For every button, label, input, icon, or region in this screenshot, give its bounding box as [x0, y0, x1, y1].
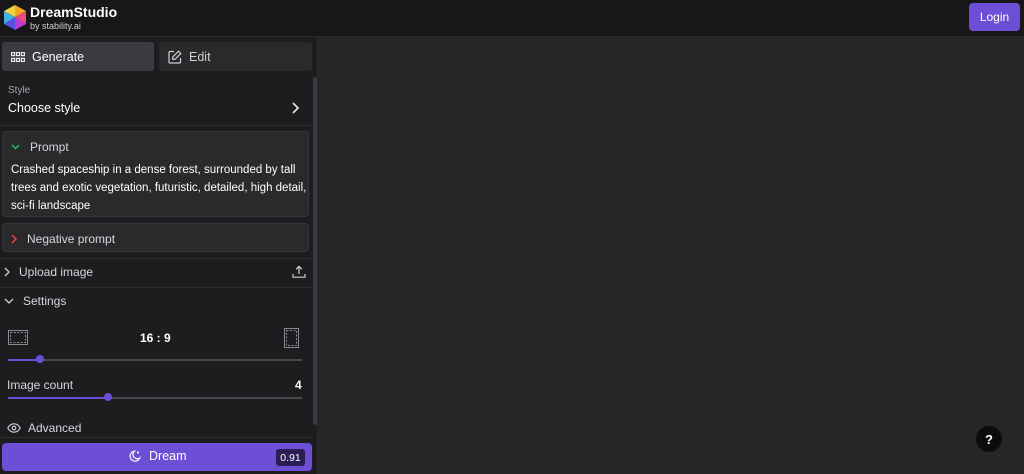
- moon-icon: [128, 449, 141, 463]
- login-button[interactable]: Login: [969, 3, 1020, 31]
- image-count-slider-thumb[interactable]: [103, 393, 112, 401]
- prompt-section: Prompt Crashed spaceship in a dense fore…: [2, 131, 309, 217]
- chevron-right-icon: [11, 234, 17, 244]
- portrait-icon[interactable]: [284, 328, 299, 353]
- edit-icon: [168, 49, 182, 64]
- negative-prompt-header[interactable]: Negative prompt: [11, 232, 115, 246]
- hexagon-logo-icon: [4, 5, 26, 30]
- top-bar: DreamStudio by stability.ai Login: [0, 0, 1024, 37]
- chevron-down-icon: [4, 298, 14, 304]
- upload-image-label: Upload image: [19, 265, 94, 279]
- upload-image-row[interactable]: Upload image: [4, 265, 93, 279]
- negative-prompt-section[interactable]: Negative prompt: [2, 223, 309, 252]
- tab-generate[interactable]: Generate: [2, 42, 154, 71]
- dream-label: Dream: [149, 449, 187, 463]
- advanced-label: Advanced: [28, 421, 82, 435]
- dream-button-content: Dream: [128, 449, 187, 463]
- chevron-down-icon: [11, 144, 20, 150]
- divider: [0, 437, 312, 438]
- aspect-ratio-value: 16 : 9: [140, 331, 171, 345]
- style-selector[interactable]: Choose style: [8, 101, 80, 115]
- tab-edit-label: Edit: [189, 49, 211, 64]
- landscape-icon[interactable]: [8, 330, 28, 350]
- help-button[interactable]: ?: [976, 426, 1002, 452]
- cost-badge: 0.91: [276, 449, 305, 466]
- image-count-label: Image count: [7, 378, 74, 392]
- tab-generate-label: Generate: [32, 49, 85, 64]
- prompt-textarea[interactable]: Crashed spaceship in a dense forest, sur…: [11, 161, 307, 215]
- chevron-right-icon[interactable]: [290, 101, 300, 120]
- panel-scrollbar[interactable]: [313, 77, 317, 425]
- grid-icon: [11, 51, 25, 62]
- brand-name: DreamStudio: [30, 4, 118, 20]
- image-count-slider-fill: [8, 397, 108, 399]
- dream-button[interactable]: Dream 0.91: [2, 443, 312, 471]
- prompt-label: Prompt: [30, 140, 69, 154]
- image-count-value: 4: [295, 378, 302, 392]
- chevron-right-icon: [4, 267, 10, 277]
- prompt-header[interactable]: Prompt: [11, 140, 69, 154]
- negative-prompt-label: Negative prompt: [27, 232, 116, 246]
- brand-subtitle: by stability.ai: [30, 21, 81, 31]
- aspect-ratio-slider[interactable]: [8, 359, 302, 361]
- upload-icon[interactable]: [292, 265, 306, 284]
- divider: [0, 125, 312, 126]
- style-label: Style: [8, 85, 31, 96]
- image-count-slider[interactable]: [8, 397, 302, 399]
- tab-edit[interactable]: Edit: [159, 42, 312, 71]
- settings-row[interactable]: Settings: [4, 294, 66, 308]
- settings-label: Settings: [23, 294, 67, 308]
- eye-icon: [7, 423, 21, 433]
- divider: [0, 287, 312, 288]
- divider: [0, 258, 312, 259]
- advanced-toggle[interactable]: Advanced: [7, 421, 81, 435]
